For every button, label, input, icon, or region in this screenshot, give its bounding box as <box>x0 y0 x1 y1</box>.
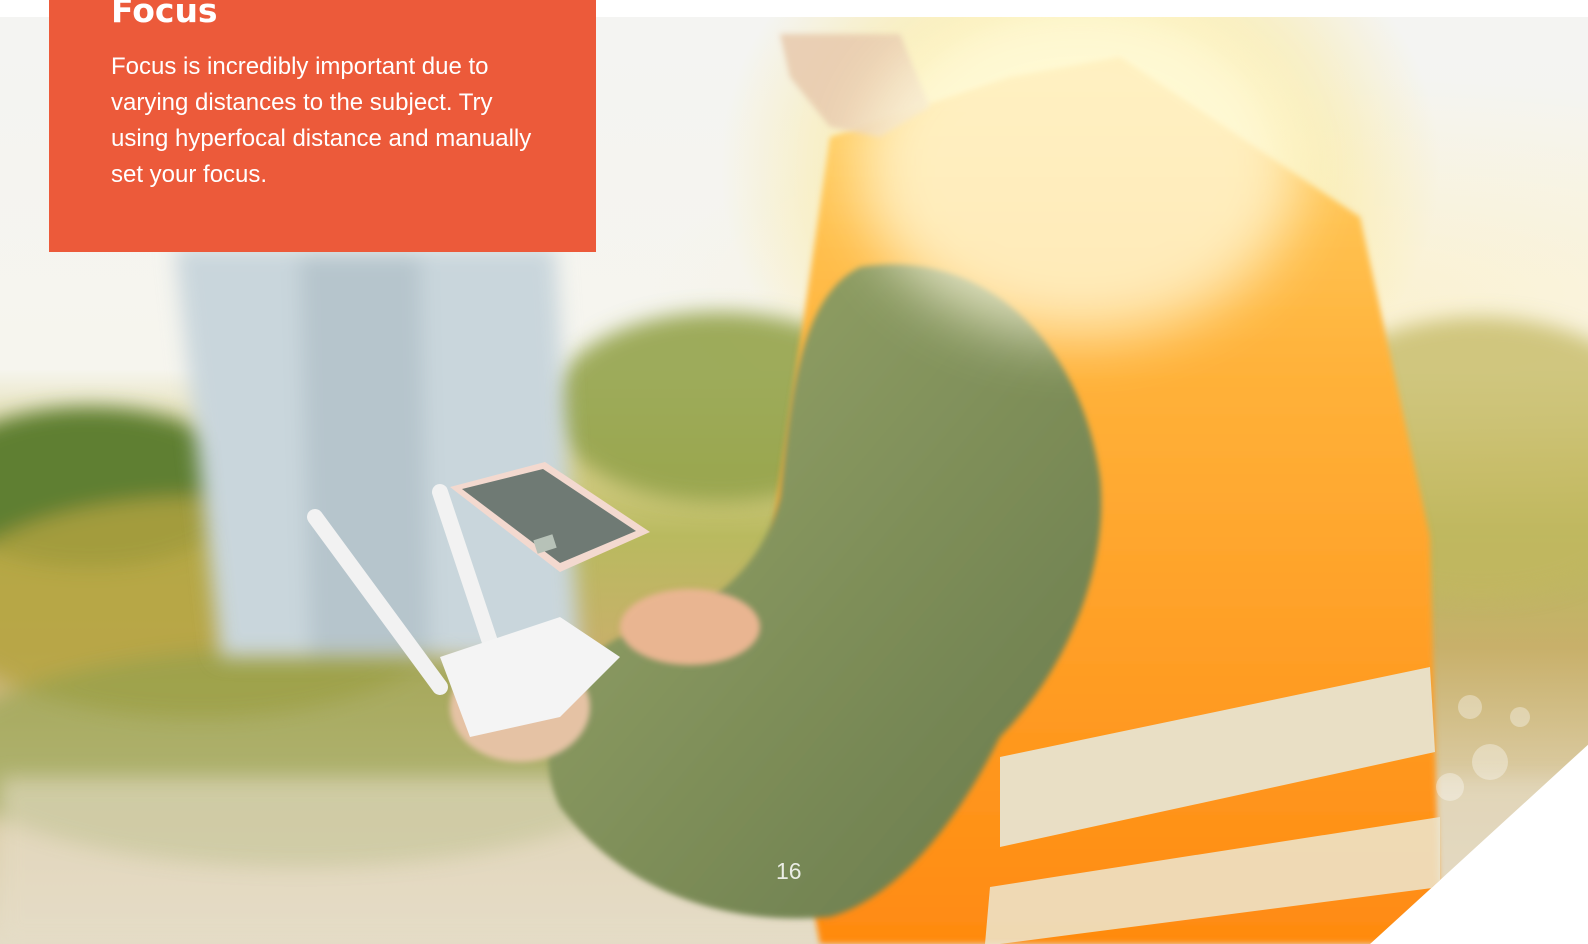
page-number: 16 <box>776 858 802 884</box>
callout-title: Focus <box>111 0 218 30</box>
callout-body: Focus is incredibly important due to var… <box>111 53 532 188</box>
brochure-page: Focus Focus is incredibly important due … <box>0 0 1588 944</box>
focus-callout-card: Focus Focus is incredibly important due … <box>49 0 596 252</box>
